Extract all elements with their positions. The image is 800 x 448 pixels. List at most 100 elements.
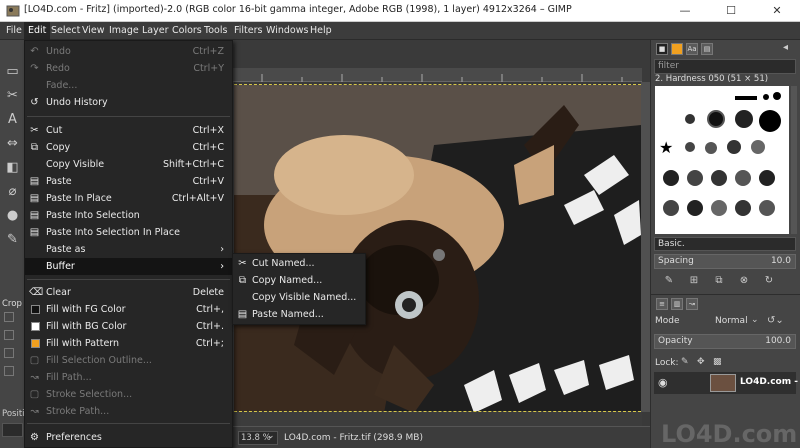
brushes-tab-icon[interactable]: ■ [656, 43, 668, 55]
menu-bar: File Edit Select View Image Layer Colors… [0, 22, 800, 40]
menu-tools[interactable]: Tools [200, 22, 231, 40]
fill-path-icon: ↝ [30, 372, 39, 383]
chevron-down-icon[interactable]: ⌄ [267, 431, 275, 441]
redo-icon: ↷ [30, 63, 39, 74]
menu-item-fill-pattern[interactable]: Fill with Pattern Ctrl+; [25, 335, 232, 352]
fonts-tab-icon[interactable]: Aa [686, 43, 698, 55]
patterns-tab-icon[interactable] [671, 43, 683, 55]
menu-item-paste-in-place[interactable]: ▤ Paste In Place Ctrl+Alt+V [25, 190, 232, 207]
opacity-slider[interactable]: Opacity 100.0 [654, 334, 796, 349]
edit-brush-icon[interactable]: ✎ [659, 274, 679, 288]
menu-item-paste-into-selection-in-place[interactable]: ▤ Paste Into Selection In Place [25, 224, 232, 241]
crop-option-checkbox[interactable] [4, 312, 14, 322]
menu-item-fill-path[interactable]: ↝ Fill Path... [25, 369, 232, 386]
reset-mode-icon[interactable]: ↺⌄ [767, 315, 784, 326]
menu-item-fade[interactable]: Fade... [25, 77, 232, 94]
menu-item-undo[interactable]: ↶ Undo Ctrl+Z [25, 43, 232, 60]
crop-option-checkbox[interactable] [4, 348, 14, 358]
cat-photo [234, 85, 641, 411]
fg-color-swatch [31, 305, 40, 314]
menu-item-paste-named[interactable]: ▤ Paste Named... [233, 306, 365, 323]
vertical-scrollbar[interactable] [641, 82, 650, 412]
brush-grid-scrollbar[interactable] [791, 86, 797, 234]
paths-tab-icon[interactable]: ↝ [686, 298, 698, 310]
chevron-down-icon: ⌄ [751, 315, 759, 325]
layer-thumbnail [710, 374, 736, 392]
transform-tool-icon[interactable]: ◧ [4, 160, 21, 176]
refresh-brushes-icon[interactable]: ↻ [759, 274, 779, 288]
menu-item-cut[interactable]: ✂ Cut Ctrl+X [25, 122, 232, 139]
brush-preset-select[interactable]: Basic. [654, 237, 796, 251]
lock-pixels-icon[interactable]: ✎ [681, 357, 689, 367]
menu-item-clear[interactable]: ⌫ Clear Delete [25, 284, 232, 301]
fill-outline-icon: ▢ [29, 355, 40, 366]
history-icon: ↺ [30, 97, 39, 108]
crop-option-checkbox[interactable] [4, 330, 14, 340]
rect-select-icon[interactable]: ▭ [4, 64, 21, 80]
menu-item-fill-fg[interactable]: Fill with FG Color Ctrl+, [25, 301, 232, 318]
opacity-label: Opacity [658, 336, 693, 346]
panel-menu-icon[interactable]: ◂ [783, 42, 788, 53]
menu-item-preferences[interactable]: ⚙ Preferences [25, 429, 232, 446]
lock-position-icon[interactable]: ✥ [697, 357, 705, 367]
layer-row[interactable]: ◉ LO4D.com - I [654, 372, 800, 394]
menu-item-paste-into-selection[interactable]: ▤ Paste Into Selection [25, 207, 232, 224]
document-tab-icon[interactable]: ▤ [701, 43, 713, 55]
paste-icon: ▤ [237, 309, 248, 320]
menu-item-copy-visible-named[interactable]: Copy Visible Named... [233, 289, 365, 306]
paste-in-place-icon: ▤ [29, 193, 40, 204]
menu-item-cut-named[interactable]: ✂ Cut Named... [233, 255, 365, 272]
menu-windows[interactable]: Windows [262, 22, 312, 40]
ink-tool-icon[interactable]: ✎ [4, 232, 21, 248]
lock-alpha-icon[interactable]: ▩ [713, 357, 722, 367]
menu-item-buffer[interactable]: Buffer › [25, 258, 232, 275]
brush-grid[interactable]: ★ [655, 86, 789, 234]
canvas-image[interactable] [234, 84, 641, 412]
delete-brush-icon[interactable]: ⊗ [734, 274, 754, 288]
align-tool-icon[interactable]: ⇔ [4, 136, 21, 152]
scissors-select-icon[interactable]: ✂ [4, 88, 21, 104]
menu-item-redo[interactable]: ↷ Redo Ctrl+Y [25, 60, 232, 77]
crop-option-checkbox[interactable] [4, 366, 14, 376]
menu-item-stroke-selection[interactable]: ▢ Stroke Selection... [25, 386, 232, 403]
stroke-path-icon: ↝ [30, 406, 39, 417]
menu-item-stroke-path[interactable]: ↝ Stroke Path... [25, 403, 232, 420]
color-picker-icon[interactable]: ⌀ [4, 184, 21, 200]
menu-item-copy-visible[interactable]: Copy Visible Shift+Ctrl+C [25, 156, 232, 173]
copy-icon: ⧉ [238, 275, 247, 286]
minimize-button[interactable]: — [662, 0, 708, 22]
close-button[interactable]: ✕ [754, 0, 800, 22]
chevron-right-icon: › [220, 244, 224, 255]
scissors-icon: ✂ [30, 125, 39, 136]
clear-icon: ⌫ [29, 287, 44, 298]
eye-icon[interactable]: ◉ [658, 376, 668, 389]
horizontal-scrollbar[interactable] [232, 412, 642, 426]
menu-file[interactable]: File [2, 22, 26, 40]
menu-item-fill-selection-outline[interactable]: ▢ Fill Selection Outline... [25, 352, 232, 369]
scissors-icon: ✂ [238, 258, 247, 269]
menu-view[interactable]: View [78, 22, 109, 40]
new-brush-icon[interactable]: ⊞ [684, 274, 704, 288]
menu-item-paste-as[interactable]: Paste as › [25, 241, 232, 258]
paste-icon: ▤ [29, 176, 40, 187]
menu-filters[interactable]: Filters [230, 22, 266, 40]
title-bar: [LO4D.com - Fritz] (imported)-2.0 (RGB c… [0, 0, 800, 22]
layers-tab-icon[interactable]: ≡ [656, 298, 668, 310]
menu-item-copy-named[interactable]: ⧉ Copy Named... [233, 272, 365, 289]
menu-help[interactable]: Help [306, 22, 336, 40]
menu-item-undo-history[interactable]: ↺ Undo History [25, 94, 232, 111]
smudge-tool-icon[interactable]: ● [4, 208, 21, 224]
menu-item-copy[interactable]: ⧉ Copy Ctrl+C [25, 139, 232, 156]
brush-filter-input[interactable]: filter [654, 59, 796, 74]
watermark-logo: LO4D.com [661, 420, 798, 448]
maximize-button[interactable]: ☐ [708, 0, 754, 22]
channels-tab-icon[interactable]: ▥ [671, 298, 683, 310]
edit-menu: ↶ Undo Ctrl+Z ↷ Redo Ctrl+Y Fade... ↺ Undo Hi… [24, 40, 233, 448]
mode-select[interactable]: Normal [715, 316, 748, 326]
menu-item-fill-bg[interactable]: Fill with BG Color Ctrl+. [25, 318, 232, 335]
duplicate-brush-icon[interactable]: ⧉ [709, 274, 729, 288]
position-field[interactable] [2, 423, 23, 437]
spacing-slider[interactable]: Spacing 10.0 [654, 254, 796, 269]
text-tool-icon[interactable]: A [4, 112, 21, 128]
menu-item-paste[interactable]: ▤ Paste Ctrl+V [25, 173, 232, 190]
